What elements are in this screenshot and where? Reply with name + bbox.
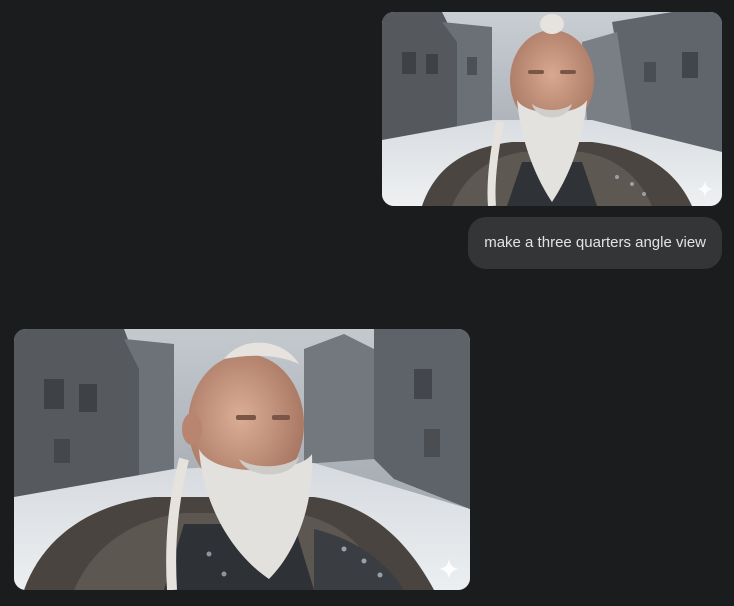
user-message-bubble: make a three quarters angle view <box>468 217 722 269</box>
sparkle-icon <box>438 558 460 580</box>
user-message-text: make a three quarters angle view <box>484 234 706 251</box>
viking-portrait-front <box>382 12 722 206</box>
sparkle-icon <box>696 180 714 198</box>
chat-thread: make a three quarters angle view <box>0 0 734 606</box>
user-uploaded-image[interactable] <box>382 12 722 206</box>
viking-portrait-three-quarter <box>14 329 470 590</box>
generated-image[interactable] <box>14 329 470 590</box>
